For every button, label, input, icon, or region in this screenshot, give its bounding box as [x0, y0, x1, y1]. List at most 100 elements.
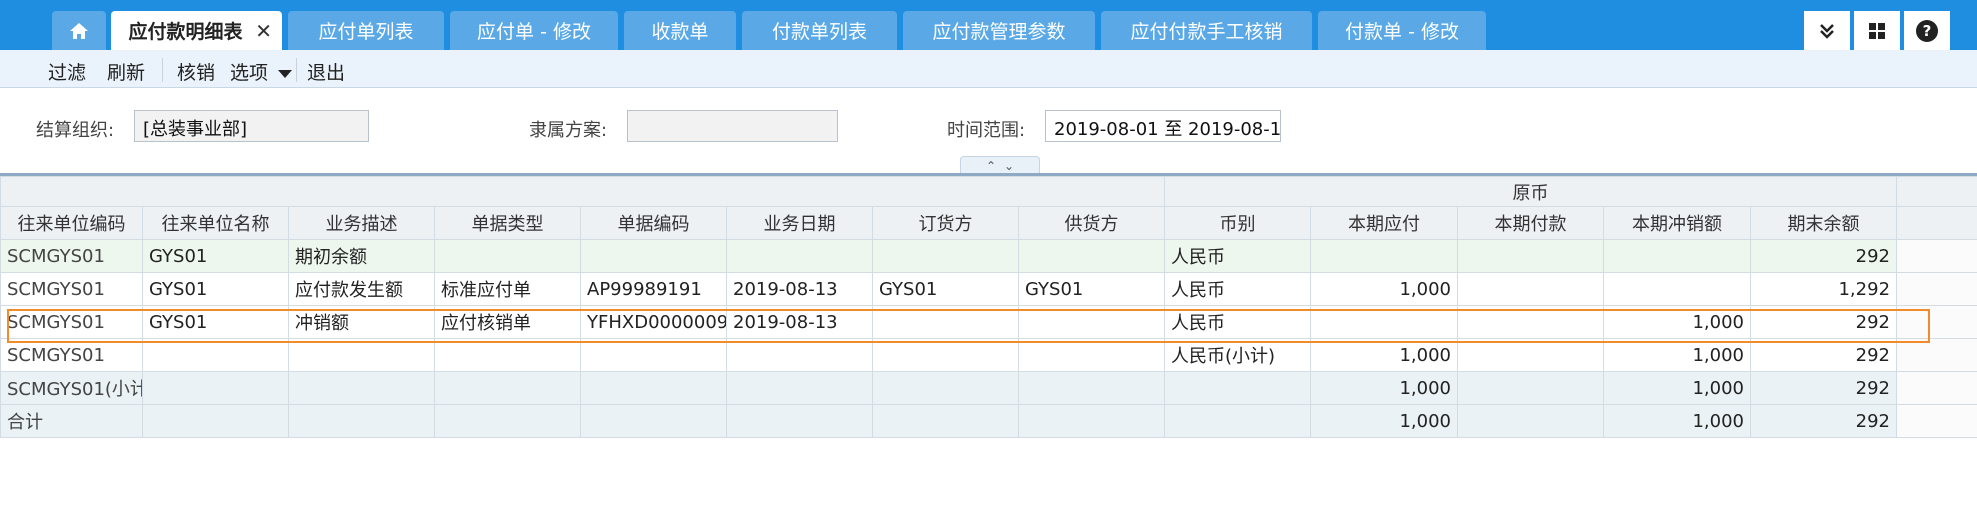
table-cell[interactable]: 1,000 [1310, 371, 1458, 405]
col-header[interactable]: 本期冲销额 [1603, 206, 1751, 240]
table-cell[interactable] [142, 338, 289, 372]
table-row[interactable]: SCMGYS01 GYS01 应付款发生额 标准应付单 AP99989191 2019-0… [0, 272, 1977, 306]
col-header[interactable]: 期末余额 [1749, 206, 1898, 240]
table-cell[interactable]: 人民币(小计) [1164, 338, 1311, 372]
table-cell[interactable]: 1,000 [1310, 404, 1458, 438]
table-cell[interactable] [1457, 338, 1604, 372]
table-cell[interactable] [142, 371, 289, 405]
col-header[interactable]: 业务描述 [288, 206, 435, 240]
table-cell[interactable]: 292 [1749, 239, 1898, 273]
table-cell[interactable]: 292 [1749, 371, 1898, 405]
table-cell[interactable]: 冲销额 [288, 305, 435, 339]
table-cell[interactable]: 标准应付单 [434, 272, 581, 306]
table-cell[interactable] [288, 338, 435, 372]
table-cell[interactable] [1310, 239, 1458, 273]
table-cell[interactable] [872, 338, 1019, 372]
tab-payment-edit[interactable]: 付款单 - 修改 [1318, 11, 1486, 50]
tab-payable-detail[interactable]: 应付款明细表 ✕ [111, 11, 282, 50]
table-cell[interactable]: 2019-08-13 [726, 305, 873, 339]
col-header[interactable]: 单据类型 [434, 206, 581, 240]
table-cell[interactable] [580, 239, 727, 273]
col-header[interactable]: 币别 [1164, 206, 1311, 240]
refresh-button[interactable]: 刷新 [107, 58, 145, 85]
table-row[interactable]: SCMGYS01(小计 1,000 1,000 292 [0, 371, 1977, 405]
table-cell[interactable] [434, 404, 581, 438]
col-header[interactable]: 本期应付 [1310, 206, 1458, 240]
table-cell[interactable] [434, 239, 581, 273]
table-cell[interactable] [1018, 371, 1165, 405]
table-cell[interactable]: 292 [1749, 305, 1898, 339]
table-cell[interactable]: GYS01 [142, 239, 289, 273]
table-row[interactable]: SCMGYS01 GYS01 期初余额 人民币 292 [0, 239, 1977, 273]
table-cell[interactable] [1164, 404, 1311, 438]
table-cell[interactable]: 人民币 [1164, 305, 1311, 339]
table-cell[interactable] [1457, 371, 1604, 405]
table-row[interactable]: 合计 1,000 1,000 292 [0, 404, 1977, 438]
table-cell[interactable] [726, 371, 873, 405]
scheme-field[interactable] [627, 110, 838, 142]
table-cell[interactable]: GYS01 [1018, 272, 1165, 306]
table-cell[interactable] [288, 371, 435, 405]
help-icon[interactable]: ? [1904, 11, 1950, 50]
table-cell[interactable] [580, 371, 727, 405]
tab-payable-params[interactable]: 应付款管理参数 [903, 11, 1095, 50]
options-dropdown[interactable]: 选项 [230, 58, 293, 85]
table-cell[interactable] [726, 338, 873, 372]
tab-payable-edit[interactable]: 应付单 - 修改 [450, 11, 618, 50]
table-cell[interactable] [1164, 371, 1311, 405]
table-cell[interactable]: SCMGYS01 [0, 305, 143, 339]
table-cell[interactable]: 1,000 [1310, 272, 1458, 306]
table-cell[interactable]: 1,000 [1603, 305, 1751, 339]
table-cell[interactable] [1018, 239, 1165, 273]
table-cell[interactable]: 人民币 [1164, 272, 1311, 306]
col-header[interactable]: 往来单位名称 [142, 206, 289, 240]
table-cell[interactable]: 应付款发生额 [288, 272, 435, 306]
table-cell[interactable] [1603, 239, 1751, 273]
double-chevron-down-icon[interactable] [1804, 11, 1850, 50]
col-header[interactable]: 供货方 [1018, 206, 1165, 240]
table-cell[interactable]: 1,000 [1603, 371, 1751, 405]
table-cell[interactable] [1310, 305, 1458, 339]
col-header[interactable]: 订货方 [872, 206, 1019, 240]
table-cell[interactable]: SCMGYS01 [0, 338, 143, 372]
tab-payment-list[interactable]: 付款单列表 [742, 11, 897, 50]
col-header[interactable]: 往来单位编码 [0, 206, 143, 240]
col-header[interactable]: 本期付款 [1457, 206, 1604, 240]
table-cell[interactable] [872, 239, 1019, 273]
table-cell[interactable] [434, 338, 581, 372]
table-cell[interactable]: YFHXD00000096 [580, 305, 727, 339]
org-field[interactable]: [总装事业部] [134, 110, 369, 142]
table-cell[interactable]: 1,000 [1603, 404, 1751, 438]
table-cell[interactable]: 期初余额 [288, 239, 435, 273]
table-cell[interactable] [1457, 239, 1604, 273]
table-cell[interactable] [1457, 305, 1604, 339]
tab-home[interactable] [52, 11, 106, 50]
table-cell[interactable]: 1,000 [1310, 338, 1458, 372]
table-row[interactable]: SCMGYS01 GYS01 冲销额 应付核销单 YFHXD00000096 2019-0… [0, 305, 1977, 339]
table-cell[interactable]: 人民币 [1164, 239, 1311, 273]
table-cell[interactable] [1018, 305, 1165, 339]
tab-payable-list[interactable]: 应付单列表 [288, 11, 444, 50]
table-cell[interactable] [1457, 404, 1604, 438]
table-cell[interactable]: GYS01 [142, 305, 289, 339]
table-cell[interactable] [580, 338, 727, 372]
exit-button[interactable]: 退出 [307, 58, 345, 85]
table-cell[interactable] [726, 404, 873, 438]
col-header[interactable]: 业务日期 [726, 206, 873, 240]
tab-receipt[interactable]: 收款单 [624, 11, 736, 50]
table-cell[interactable]: 292 [1749, 404, 1898, 438]
table-cell[interactable]: 合计 [0, 404, 143, 438]
table-cell[interactable] [726, 239, 873, 273]
grid-icon[interactable] [1854, 11, 1900, 50]
table-cell[interactable] [872, 371, 1019, 405]
table-cell[interactable]: 2019-08-13 [726, 272, 873, 306]
table-cell[interactable]: 292 [1749, 338, 1898, 372]
table-cell[interactable]: AP99989191 [580, 272, 727, 306]
table-cell[interactable] [1603, 272, 1751, 306]
table-cell[interactable]: 1,292 [1749, 272, 1898, 306]
collapse-toggle[interactable]: ⌃ ⌄ [960, 156, 1040, 174]
date-range-field[interactable]: 2019-08-01 至 2019-08-13 [1045, 110, 1281, 142]
table-cell[interactable]: SCMGYS01 [0, 239, 143, 273]
writeoff-button[interactable]: 核销 [177, 58, 215, 85]
table-cell[interactable]: GYS01 [142, 272, 289, 306]
